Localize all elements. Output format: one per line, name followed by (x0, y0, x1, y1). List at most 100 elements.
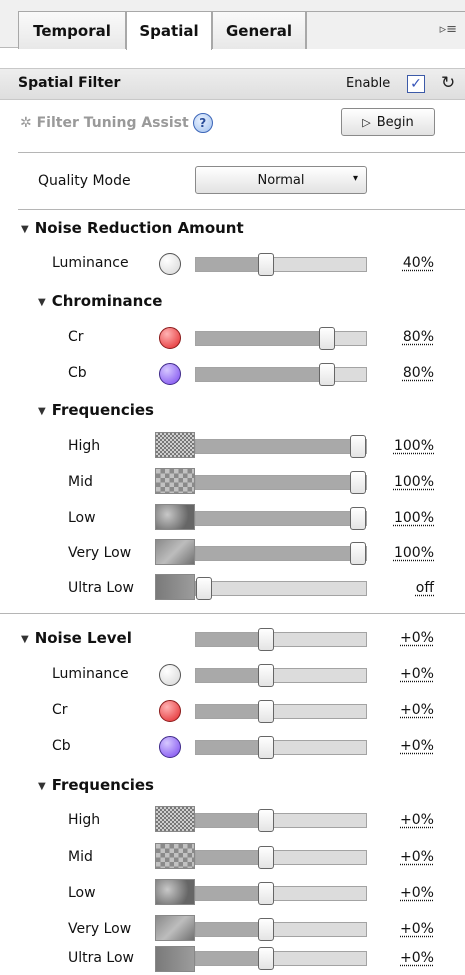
help-icon[interactable]: ? (193, 113, 213, 133)
luminance-swatch (159, 253, 181, 275)
nr-mid-label: Mid (68, 474, 93, 490)
nr-very-low-label: Very Low (68, 545, 131, 561)
nr-luminance-label: Luminance (52, 255, 129, 271)
divider (0, 613, 465, 614)
assist-label: Filter Tuning Assist (37, 115, 189, 131)
slider-thumb[interactable] (258, 253, 274, 276)
nr-cr-value[interactable]: 80% (390, 329, 434, 345)
noise-level-section[interactable]: ▼ Noise Level (21, 629, 132, 647)
nr-low-slider[interactable] (195, 511, 367, 526)
nr-luminance-slider[interactable] (195, 257, 367, 272)
slider-thumb[interactable] (258, 664, 274, 687)
nl-luminance-value[interactable]: +0% (390, 666, 434, 682)
noise-level-title: Noise Level (35, 629, 132, 647)
nr-high-slider[interactable] (195, 439, 367, 454)
nr-frequencies-section[interactable]: ▼Frequencies (38, 401, 154, 419)
very-low-frequency-swatch (155, 539, 195, 565)
collapse-triangle-icon: ▼ (21, 224, 29, 235)
slider-fill (196, 440, 358, 453)
nr-high-label: High (68, 438, 100, 454)
tab-general[interactable]: General (212, 11, 306, 49)
enable-label: Enable (346, 76, 390, 91)
nl-mid-slider[interactable] (195, 850, 367, 865)
slider-thumb[interactable] (350, 435, 366, 458)
quality-mode-dropdown[interactable]: Normal ▾ (195, 166, 367, 194)
begin-button[interactable]: ▷Begin (341, 108, 435, 136)
slider-thumb[interactable] (350, 507, 366, 530)
panel-menu-icon[interactable]: ▹≡ (440, 22, 457, 37)
nr-cb-value[interactable]: 80% (390, 365, 434, 381)
nr-mid-slider[interactable] (195, 475, 367, 490)
slider-thumb[interactable] (258, 700, 274, 723)
nl-very-low-value[interactable]: +0% (390, 921, 434, 937)
nl-cb-value[interactable]: +0% (390, 738, 434, 754)
mid-frequency-swatch (155, 843, 195, 869)
nr-cr-label: Cr (68, 329, 84, 345)
nl-cb-label: Cb (52, 738, 71, 754)
slider-thumb[interactable] (350, 471, 366, 494)
slider-fill (196, 705, 266, 718)
nl-high-value[interactable]: +0% (390, 812, 434, 828)
nr-low-label: Low (68, 510, 96, 526)
slider-thumb[interactable] (258, 736, 274, 759)
nr-very-low-value[interactable]: 100% (390, 545, 434, 561)
nl-mid-label: Mid (68, 849, 93, 865)
reset-icon[interactable]: ↻ (441, 73, 455, 93)
nl-high-slider[interactable] (195, 813, 367, 828)
nr-cr-slider[interactable] (195, 331, 367, 346)
slider-thumb[interactable] (350, 542, 366, 565)
nr-mid-value[interactable]: 100% (390, 474, 434, 490)
collapse-triangle-icon: ▼ (21, 634, 29, 645)
chrominance-section[interactable]: ▼Chrominance (38, 292, 162, 310)
nl-very-low-label: Very Low (68, 921, 131, 937)
slider-fill (196, 332, 327, 345)
slider-fill (196, 633, 266, 646)
nl-low-value[interactable]: +0% (390, 885, 434, 901)
nl-high-label: High (68, 812, 100, 828)
tab-bar: Temporal Spatial General ▹≡ (0, 0, 465, 48)
low-frequency-swatch (155, 504, 195, 530)
slider-thumb[interactable] (319, 327, 335, 350)
nl-ultra-low-label: Ultra Low (68, 950, 134, 966)
nl-main-value[interactable]: +0% (390, 630, 434, 646)
nl-very-low-slider[interactable] (195, 922, 367, 937)
nl-cr-slider[interactable] (195, 704, 367, 719)
nr-luminance-value[interactable]: 40% (390, 255, 434, 271)
nr-ultra-low-slider[interactable] (195, 581, 367, 596)
high-frequency-swatch (155, 806, 195, 832)
nl-frequencies-section[interactable]: ▼Frequencies (38, 776, 154, 794)
tab-temporal[interactable]: Temporal (18, 11, 126, 49)
nr-very-low-slider[interactable] (195, 546, 367, 561)
slider-thumb[interactable] (196, 577, 212, 600)
nr-low-value[interactable]: 100% (390, 510, 434, 526)
tab-spatial[interactable]: Spatial (126, 11, 212, 50)
nl-cr-label: Cr (52, 702, 68, 718)
nl-mid-value[interactable]: +0% (390, 849, 434, 865)
nl-cr-value[interactable]: +0% (390, 702, 434, 718)
slider-fill (196, 368, 327, 381)
slider-fill (196, 512, 358, 525)
nr-ultra-low-value[interactable]: off (390, 580, 434, 596)
slider-thumb[interactable] (258, 846, 274, 869)
quality-mode-label: Quality Mode (38, 173, 131, 189)
enable-checkbox[interactable]: ✓ (407, 75, 425, 93)
slider-thumb[interactable] (319, 363, 335, 386)
nl-main-slider[interactable] (195, 632, 367, 647)
cb-swatch (159, 736, 181, 758)
frequencies-title: Frequencies (52, 401, 154, 419)
noise-reduction-section[interactable]: ▼Noise Reduction Amount (21, 219, 244, 237)
nr-cb-slider[interactable] (195, 367, 367, 382)
nl-ultra-low-value[interactable]: +0% (390, 950, 434, 966)
slider-thumb[interactable] (258, 882, 274, 905)
nr-high-value[interactable]: 100% (390, 438, 434, 454)
nl-low-slider[interactable] (195, 886, 367, 901)
nl-cb-slider[interactable] (195, 740, 367, 755)
slider-fill (196, 923, 266, 936)
nl-ultra-low-slider[interactable] (195, 951, 367, 966)
slider-thumb[interactable] (258, 947, 274, 970)
slider-thumb[interactable] (258, 628, 274, 651)
slider-thumb[interactable] (258, 809, 274, 832)
slider-thumb[interactable] (258, 918, 274, 941)
nl-luminance-slider[interactable] (195, 668, 367, 683)
cb-swatch (159, 363, 181, 385)
